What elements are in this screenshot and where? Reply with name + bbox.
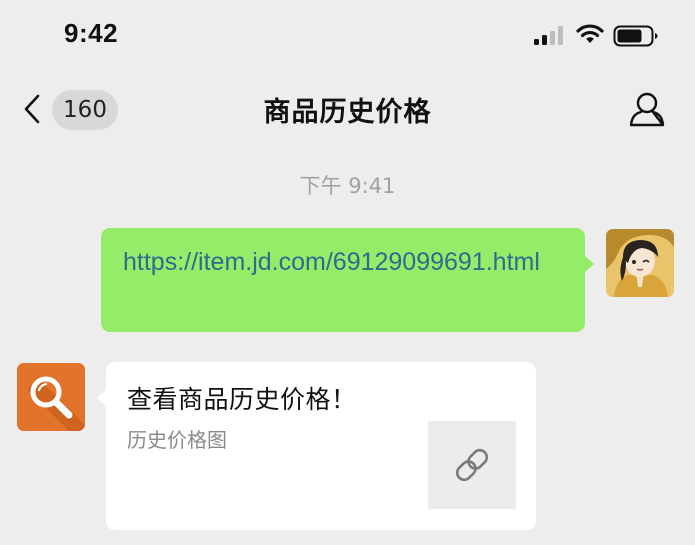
person-icon[interactable] bbox=[628, 92, 666, 128]
battery-icon bbox=[613, 25, 658, 47]
cellular-signal-icon bbox=[534, 26, 563, 45]
outgoing-message-bubble[interactable]: https://item.jd.com/69129099691.html bbox=[101, 228, 594, 332]
bubble-tail bbox=[97, 389, 107, 407]
chat-title: 商品历史价格 bbox=[263, 97, 432, 128]
card-thumbnail bbox=[428, 421, 516, 509]
status-bar: 9:42 bbox=[0, 0, 695, 70]
bot-avatar[interactable] bbox=[17, 363, 85, 431]
avatar[interactable] bbox=[606, 229, 674, 297]
status-time: 9:42 bbox=[64, 18, 119, 48]
card-description: 历史价格图 bbox=[127, 428, 227, 452]
message-timestamp: 下午 9:41 bbox=[299, 174, 396, 198]
user-avatar-illustration bbox=[606, 229, 674, 297]
message-link-text[interactable]: https://item.jd.com/69129099691.html bbox=[123, 248, 540, 276]
link-card[interactable]: 查看商品历史价格！ 历史价格图 bbox=[97, 362, 536, 530]
link-icon bbox=[455, 448, 489, 482]
magnifier-icon bbox=[17, 363, 85, 431]
wifi-icon bbox=[576, 24, 604, 43]
nav-bar: 160 商品历史价格 bbox=[0, 78, 695, 140]
card-title: 查看商品历史价格！ bbox=[127, 385, 357, 414]
bubble-tail bbox=[584, 255, 594, 273]
